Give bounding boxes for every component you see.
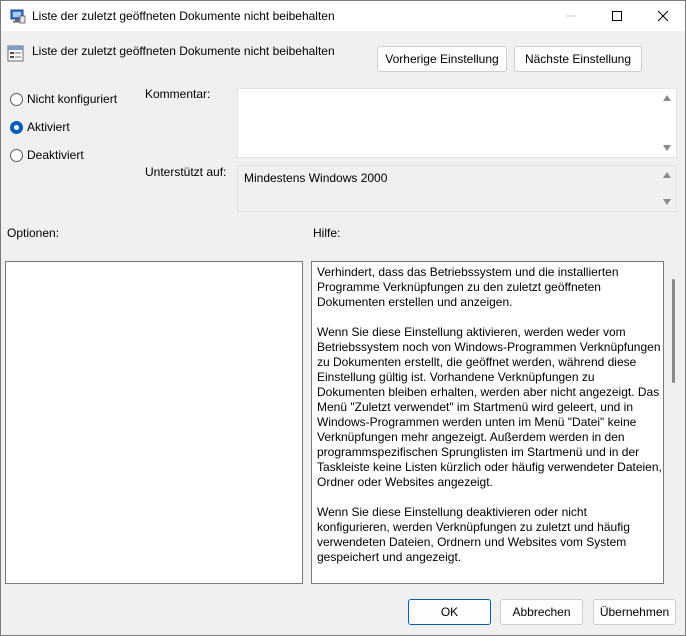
previous-setting-button[interactable]: Vorherige Einstellung [377,46,507,72]
policy-dialog-window: Liste der zuletzt geöffneten Dokumente n… [0,0,686,636]
minimize-icon [566,15,576,17]
scrollbar-thumb[interactable] [672,279,675,383]
comment-scrollbar[interactable] [659,89,676,157]
radio-label: Nicht konfiguriert [27,92,118,106]
comment-input[interactable] [237,88,677,158]
help-paragraph: Wenn Sie diese Einstellung aktivieren, w… [317,325,662,489]
help-paragraph: Verhindert, dass das Betriebssystem und … [317,265,619,309]
help-text: Verhindert, dass das Betriebssystem und … [317,265,662,580]
scroll-down-icon[interactable] [663,199,671,205]
maximize-icon [612,11,622,21]
radio-indicator[interactable] [10,92,23,106]
options-panel [5,261,303,584]
supported-on-value: Mindestens Windows 2000 [244,171,388,185]
cancel-button[interactable]: Abbrechen [500,599,583,625]
apply-button[interactable]: Übernehmen [593,599,676,625]
close-icon [657,10,669,22]
help-label: Hilfe: [313,226,341,240]
radio-enabled[interactable]: Aktiviert [10,120,70,134]
scroll-down-icon[interactable] [663,145,671,151]
scroll-up-icon[interactable] [663,172,671,178]
help-scrollbar[interactable] [669,261,677,584]
radio-label: Aktiviert [27,120,70,134]
radio-label: Deaktiviert [27,148,84,162]
radio-not-configured[interactable]: Nicht konfiguriert [10,92,117,106]
policy-setting-icon [7,45,24,62]
minimize-button[interactable] [548,1,594,31]
maximize-button[interactable] [594,1,640,31]
radio-disabled[interactable]: Deaktiviert [10,148,84,162]
supported-on-label: Unterstützt auf: [145,165,227,179]
next-setting-button[interactable]: Nächste Einstellung [514,46,642,72]
supported-on-field: Mindestens Windows 2000 [237,165,677,212]
supported-scrollbar[interactable] [659,166,676,211]
title-bar[interactable]: Liste der zuletzt geöffneten Dokumente n… [1,1,685,31]
comment-label: Kommentar: [145,87,211,101]
scroll-up-icon[interactable] [663,95,671,101]
radio-indicator[interactable] [10,120,23,134]
radio-indicator[interactable] [10,148,23,162]
ok-button[interactable]: OK [408,599,491,625]
group-policy-icon [10,8,26,24]
window-title: Liste der zuletzt geöffneten Dokumente n… [32,9,335,23]
help-panel[interactable]: Verhindert, dass das Betriebssystem und … [311,261,664,584]
policy-title: Liste der zuletzt geöffneten Dokumente n… [32,44,335,58]
options-label: Optionen: [7,226,60,240]
help-paragraph: Wenn Sie diese Einstellung deaktivieren … [317,505,630,564]
close-button[interactable] [640,1,686,31]
